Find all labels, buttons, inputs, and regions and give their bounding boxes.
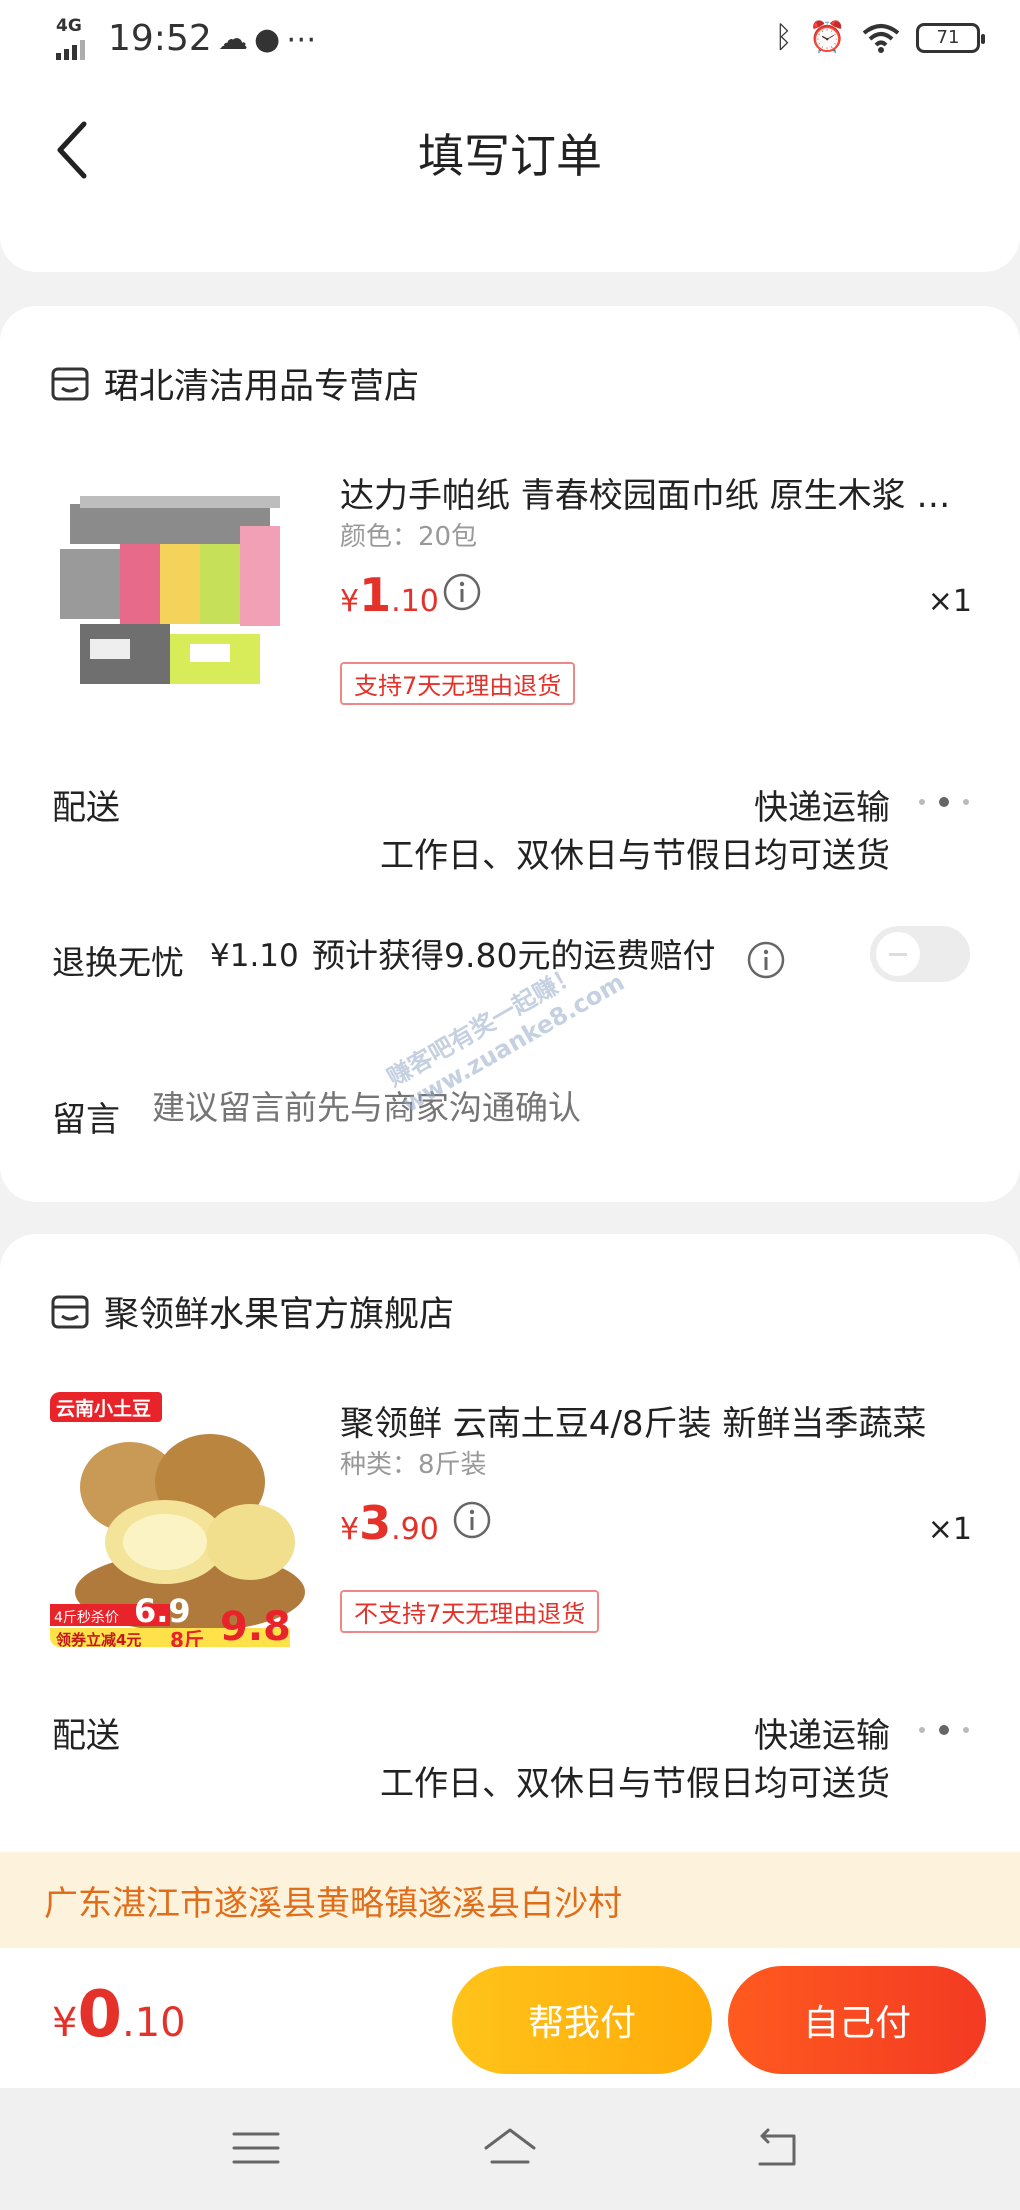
- alarm-icon: ⏰: [808, 20, 846, 55]
- product-quantity: ×1: [927, 1512, 972, 1547]
- shop-icon: [51, 367, 89, 400]
- price-info-icon[interactable]: [452, 1500, 492, 1540]
- home-icon[interactable]: [480, 2118, 540, 2178]
- more-options-icon[interactable]: [916, 1720, 972, 1740]
- shop-row[interactable]: 珺北清洁用品专营店: [50, 358, 419, 409]
- price-decimal: .90: [391, 1512, 439, 1547]
- price-integer: 3: [359, 1496, 392, 1550]
- product-image[interactable]: 云南小土豆 4斤秒杀价 6.9 领券立减4元 8斤 9.8: [50, 1392, 305, 1647]
- self-pay-button[interactable]: 自己付: [728, 1966, 986, 2074]
- product-price: ¥ 1 .10: [340, 568, 439, 622]
- shop-name: 珺北清洁用品专营店: [104, 367, 420, 407]
- product-spec: 种类：8斤装: [340, 1450, 487, 1480]
- more-dots-icon: ⋯: [286, 22, 323, 57]
- total-price: ¥ 0 .10: [52, 1978, 186, 2052]
- notification-icons: ☁●⋯: [218, 22, 322, 57]
- address-bar[interactable]: 广东湛江市遂溪县黄略镇遂溪县白沙村: [0, 1852, 1020, 1948]
- total-integer: 0: [77, 1978, 122, 2052]
- chat-bubble-icon: ●: [254, 22, 287, 57]
- wifi-icon: [862, 23, 900, 53]
- insurance-toggle[interactable]: [870, 926, 970, 982]
- image-badge: 云南小土豆: [56, 1398, 152, 1420]
- image-promo-2-price: 9.8: [220, 1604, 291, 1647]
- product-title[interactable]: 聚领鲜 云南土豆4/8斤装 新鲜当季蔬菜: [340, 1396, 960, 1445]
- signal-bars-icon: [56, 40, 96, 60]
- checkout-bar: ¥ 0 .10 帮我付 自己付: [0, 1948, 1020, 2088]
- insurance-price: ¥1.10: [210, 938, 299, 974]
- delivery-method[interactable]: 快递运输: [754, 1708, 890, 1757]
- page-header: 填写订单: [0, 80, 1020, 220]
- return-policy-tag: 不支持7天无理由退货: [340, 1590, 600, 1633]
- delivery-method[interactable]: 快递运输: [754, 780, 890, 829]
- network-type: 4G: [56, 16, 82, 36]
- order-card-1: 珺北清洁用品专营店 达力手帕纸 青春校园面巾纸 原生木浆 便携装 颜色：20包 …: [0, 306, 1020, 1202]
- price-integer: 1: [359, 568, 392, 622]
- toggle-knob: [876, 932, 920, 976]
- cloud-icon: ☁: [218, 22, 254, 57]
- shop-row[interactable]: 聚领鲜水果官方旗舰店: [50, 1286, 454, 1337]
- insurance-description: 预计获得9.80元的运费赔付: [312, 936, 716, 975]
- delivery-label: 配送: [52, 788, 120, 828]
- product-title[interactable]: 达力手帕纸 青春校园面巾纸 原生木浆 便携装: [340, 468, 960, 517]
- price-currency: ¥: [340, 584, 360, 619]
- message-input[interactable]: [152, 1088, 912, 1127]
- page-title: 填写订单: [418, 129, 602, 183]
- price-info-icon[interactable]: [442, 572, 482, 612]
- more-options-icon[interactable]: [916, 792, 972, 812]
- shop-icon: [51, 1295, 89, 1328]
- delivery-label: 配送: [52, 1716, 120, 1756]
- help-pay-button[interactable]: 帮我付: [452, 1966, 712, 2074]
- back-nav-icon[interactable]: [746, 2118, 806, 2178]
- battery-level: 71: [936, 27, 960, 48]
- delivery-note: 工作日、双休日与节假日均可送货: [380, 1764, 890, 1804]
- product-image[interactable]: [50, 464, 305, 719]
- price-decimal: .10: [391, 584, 439, 619]
- bluetooth-icon: ᛒ: [774, 20, 793, 55]
- product-quantity: ×1: [927, 584, 972, 619]
- battery-icon: 71: [916, 22, 985, 53]
- insurance-info-icon[interactable]: [746, 940, 786, 980]
- message-label: 留言: [52, 1100, 120, 1140]
- product-spec: 颜色：20包: [340, 522, 478, 552]
- order-page: 4G 19:52 ☁●⋯ ᛒ ⏰ 71 填写订单 珺北清洁用品专营店 达力手帕纸…: [0, 0, 1020, 2210]
- shop-name: 聚领鲜水果官方旗舰店: [104, 1295, 455, 1335]
- image-promo-2-label: 领券立减4元: [56, 1631, 142, 1647]
- system-icons: ᛒ ⏰ 71: [774, 20, 985, 55]
- image-promo-1-label: 4斤秒杀价: [54, 1610, 119, 1626]
- menu-icon[interactable]: [226, 2118, 286, 2178]
- tissue-pack-image: [50, 464, 305, 719]
- image-promo-2-weight: 8斤: [170, 1628, 204, 1647]
- return-policy-tag: 支持7天无理由退货: [340, 662, 576, 705]
- price-currency: ¥: [340, 1512, 360, 1547]
- product-price: ¥ 3 .90: [340, 1496, 439, 1550]
- status-time: 19:52: [108, 18, 212, 59]
- system-nav-bar: [0, 2088, 1020, 2210]
- status-bar: 4G 19:52 ☁●⋯ ᛒ ⏰ 71: [0, 0, 1020, 80]
- delivery-note: 工作日、双休日与节假日均可送货: [380, 836, 890, 876]
- total-decimal: .10: [121, 2000, 186, 2046]
- delivery-address: 广东湛江市遂溪县黄略镇遂溪县白沙村: [44, 1884, 622, 1924]
- total-currency: ¥: [52, 2000, 78, 2046]
- insurance-label: 退换无忧: [52, 943, 184, 982]
- header-card: 4G 19:52 ☁●⋯ ᛒ ⏰ 71 填写订单: [0, 0, 1020, 272]
